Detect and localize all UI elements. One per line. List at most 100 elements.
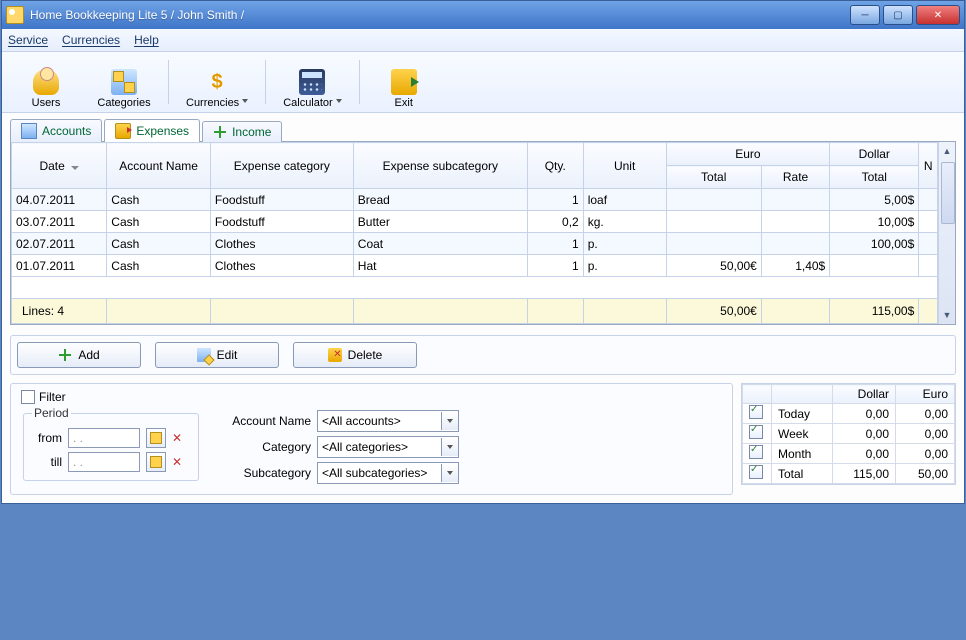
summary-checkbox[interactable] [749, 425, 763, 439]
till-date-clear[interactable] [172, 455, 186, 469]
edit-icon [197, 348, 211, 362]
delete-icon [328, 348, 342, 362]
close-button[interactable]: ✕ [916, 5, 960, 25]
vertical-scrollbar[interactable]: ▲ ▼ [938, 142, 955, 324]
minimize-button[interactable]: ─ [850, 5, 880, 25]
filter-category-label: Category [211, 440, 311, 454]
grid-empty-area[interactable] [12, 277, 938, 299]
till-date-picker[interactable] [146, 452, 166, 472]
toolbar-calculator[interactable]: Calculator [272, 52, 353, 112]
from-date-picker[interactable] [146, 428, 166, 448]
tab-strip: Accounts Expenses Income [10, 117, 956, 142]
filter-panel: Filter Period from . . till . . [10, 383, 733, 495]
chevron-down-icon [441, 412, 458, 430]
col-date[interactable]: Date [12, 143, 107, 189]
till-date-input[interactable]: . . [68, 452, 140, 472]
toolbar: Users Categories Currencies Calculator E… [2, 52, 964, 113]
content-area: Accounts Expenses Income Date [2, 113, 964, 503]
col-unit[interactable]: Unit [583, 143, 666, 189]
toolbar-categories[interactable]: Categories [86, 52, 162, 112]
summary-checkbox[interactable] [749, 405, 763, 419]
bottom-panel: Filter Period from . . till . . [10, 383, 956, 495]
tab-accounts[interactable]: Accounts [10, 119, 102, 142]
chevron-down-icon [336, 99, 342, 103]
app-icon [6, 6, 24, 24]
tab-expenses[interactable]: Expenses [104, 119, 200, 142]
sort-desc-icon [71, 166, 79, 170]
plus-icon [58, 348, 72, 362]
chevron-down-icon [441, 464, 458, 482]
toolbar-users[interactable]: Users [8, 52, 84, 112]
filter-account-combo[interactable]: <All accounts> [317, 410, 459, 432]
chevron-down-icon [242, 99, 248, 103]
summary-checkbox[interactable] [749, 465, 763, 479]
maximize-button[interactable]: ▢ [883, 5, 913, 25]
table-row[interactable]: 02.07.2011CashClothesCoat1p.100,00$ [12, 233, 938, 255]
filter-checkbox[interactable] [21, 390, 35, 404]
chevron-down-icon [441, 438, 458, 456]
col-n[interactable]: N [919, 143, 938, 189]
scroll-down-icon[interactable]: ▼ [941, 308, 953, 322]
from-date-clear[interactable] [172, 431, 186, 445]
action-bar: Add Edit Delete [10, 335, 956, 375]
summary-row: Total115,0050,00 [743, 464, 955, 484]
add-button[interactable]: Add [17, 342, 141, 368]
expense-grid: Date Account Name Expense category Expen… [10, 142, 956, 325]
col-qty[interactable]: Qty. [527, 143, 583, 189]
edit-button[interactable]: Edit [155, 342, 279, 368]
filter-subcategory-label: Subcategory [211, 466, 311, 480]
from-date-input[interactable]: . . [68, 428, 140, 448]
toolbar-currencies[interactable]: Currencies [175, 52, 259, 112]
toolbar-separator [359, 60, 360, 104]
scroll-thumb[interactable] [941, 162, 955, 224]
col-subcategory[interactable]: Expense subcategory [353, 143, 527, 189]
filter-subcategory-combo[interactable]: <All subcategories> [317, 462, 459, 484]
accounts-icon [21, 123, 37, 139]
menu-bar: Service Currencies Help [2, 29, 964, 52]
app-window: Home Bookkeeping Lite 5 / John Smith / ─… [1, 0, 965, 504]
summary-row: Today0,000,00 [743, 404, 955, 424]
summary-row: Week0,000,00 [743, 424, 955, 444]
table-row[interactable]: 04.07.2011CashFoodstuffBread1loaf5,00$ [12, 189, 938, 211]
col-category[interactable]: Expense category [210, 143, 353, 189]
income-icon [213, 125, 227, 139]
filter-category-combo[interactable]: <All categories> [317, 436, 459, 458]
summary-row: Month0,000,00 [743, 444, 955, 464]
title-bar: Home Bookkeeping Lite 5 / John Smith / ─… [2, 1, 964, 29]
window-controls: ─ ▢ ✕ [850, 5, 960, 25]
col-dollar-total[interactable]: Total [830, 166, 919, 189]
calendar-icon [150, 432, 162, 444]
summary-checkbox[interactable] [749, 445, 763, 459]
exit-icon [391, 69, 417, 95]
delete-button[interactable]: Delete [293, 342, 417, 368]
period-group: Period from . . till . . [23, 406, 199, 481]
calendar-icon [150, 456, 162, 468]
col-dollar-group[interactable]: Dollar [830, 143, 919, 166]
col-account[interactable]: Account Name [107, 143, 211, 189]
menu-currencies[interactable]: Currencies [62, 33, 120, 47]
filter-account-label: Account Name [211, 414, 311, 428]
users-icon [33, 69, 59, 95]
summary-head-euro: Euro [896, 385, 955, 404]
window-title: Home Bookkeeping Lite 5 / John Smith / [30, 8, 850, 22]
till-label: till [32, 455, 62, 469]
menu-help[interactable]: Help [134, 33, 159, 47]
categories-icon [111, 69, 137, 95]
toolbar-exit[interactable]: Exit [366, 52, 442, 112]
toolbar-separator [265, 60, 266, 104]
col-euro-group[interactable]: Euro [666, 143, 830, 166]
table-row[interactable]: 01.07.2011CashClothesHat1p.50,00€1,40$ [12, 255, 938, 277]
currency-icon [204, 69, 230, 95]
toolbar-separator [168, 60, 169, 104]
calculator-icon [299, 69, 325, 95]
grid-footer: Lines: 4 50,00€ 115,00$ [12, 299, 938, 324]
from-label: from [32, 431, 62, 445]
col-euro-total[interactable]: Total [666, 166, 761, 189]
summary-panel: Dollar Euro Today0,000,00Week0,000,00Mon… [741, 383, 956, 485]
tab-income[interactable]: Income [202, 121, 282, 142]
scroll-up-icon[interactable]: ▲ [941, 144, 953, 158]
menu-service[interactable]: Service [8, 33, 48, 47]
filter-label: Filter [39, 390, 66, 404]
table-row[interactable]: 03.07.2011CashFoodstuffButter0,2kg.10,00… [12, 211, 938, 233]
col-rate[interactable]: Rate [761, 166, 829, 189]
